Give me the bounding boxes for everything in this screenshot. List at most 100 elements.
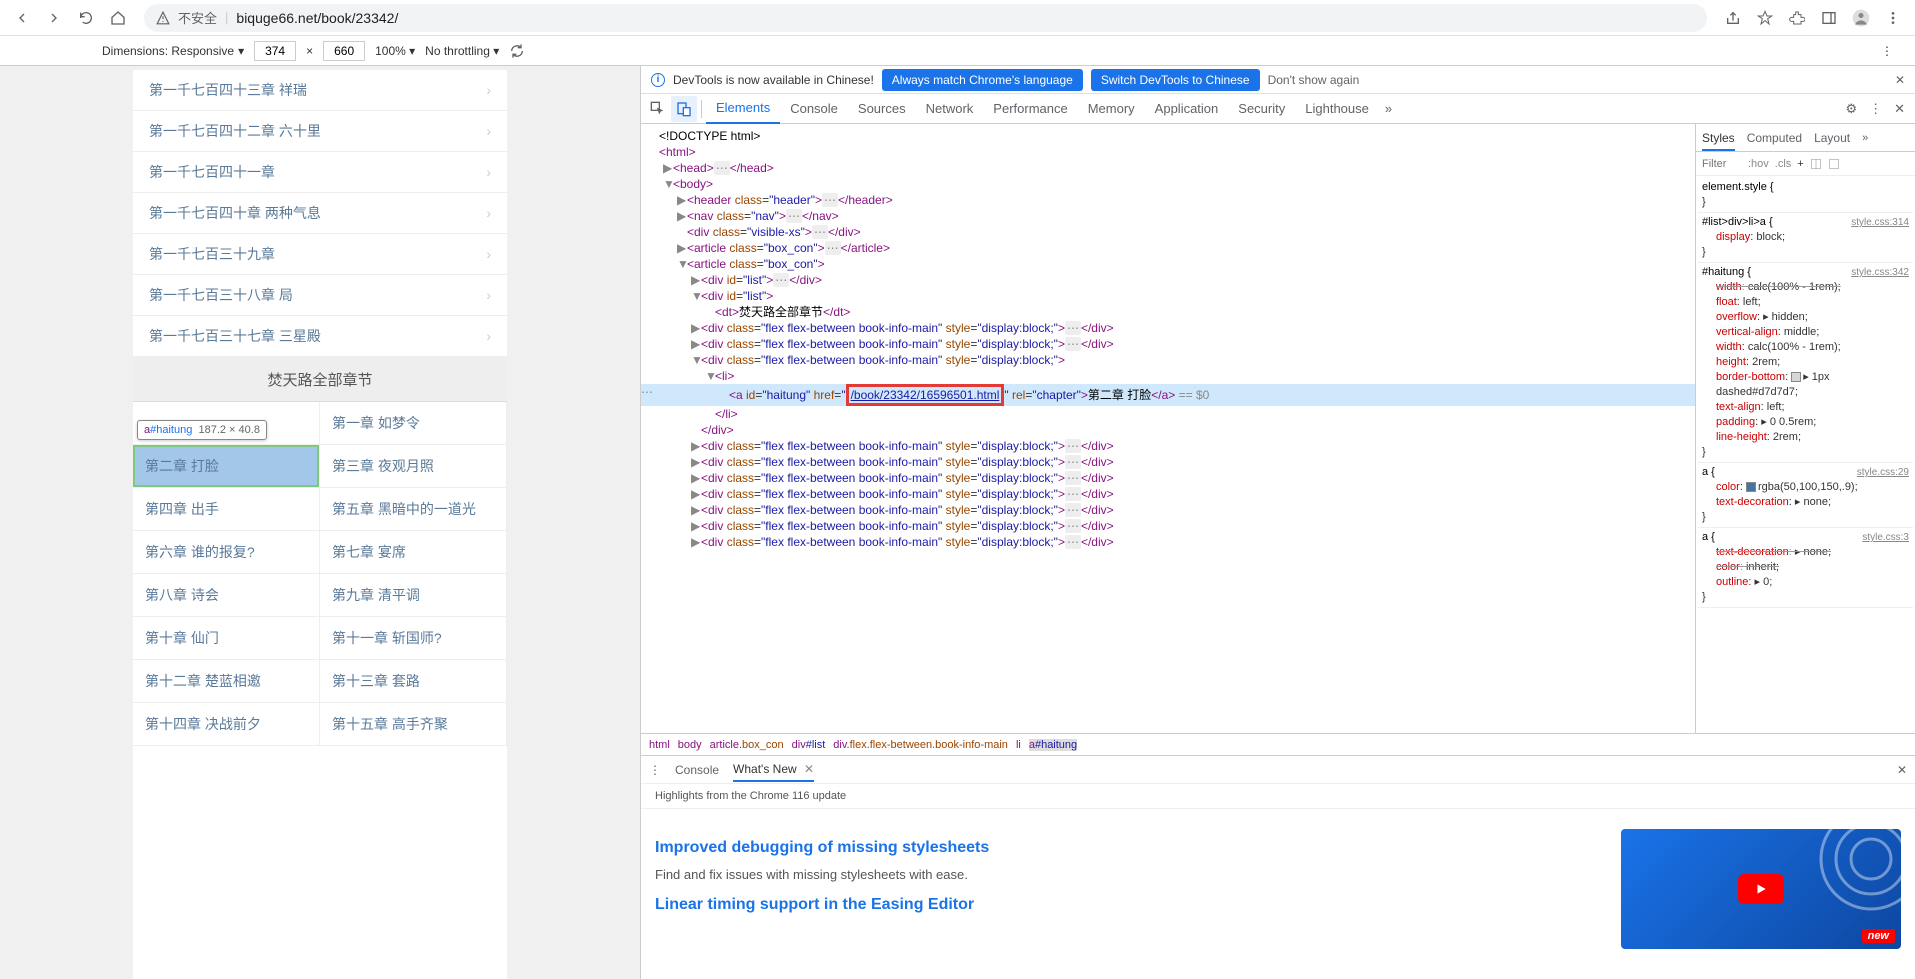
dom-line[interactable]: <dt>焚天路全部章节</dt> xyxy=(641,304,1695,320)
chapter-cell[interactable]: 第十三章 套路 xyxy=(320,660,507,703)
chapter-cell[interactable]: 第四章 出手 xyxy=(133,488,320,531)
chapter-item[interactable]: 第一千七百三十八章 局› xyxy=(133,275,507,316)
dom-line[interactable]: ▼<article class="box_con"> xyxy=(641,256,1695,272)
chapter-cell[interactable]: 第五章 黑暗中的一道光 xyxy=(320,488,507,531)
width-input[interactable] xyxy=(254,41,296,61)
dom-line[interactable]: </li> xyxy=(641,406,1695,422)
dimensions-select[interactable]: Dimensions: Responsive ▾ xyxy=(102,44,244,58)
rotate-icon[interactable] xyxy=(509,43,525,59)
zoom-select[interactable]: 100% ▾ xyxy=(375,44,415,58)
close-tab-icon[interactable]: ✕ xyxy=(804,762,814,776)
device-menu-icon[interactable]: ⋮ xyxy=(1881,44,1893,58)
chapter-cell[interactable]: 第八章 诗会 xyxy=(133,574,320,617)
throttling-select[interactable]: No throttling ▾ xyxy=(425,44,499,58)
style-rule[interactable]: element.style {} xyxy=(1698,178,1913,213)
dom-line[interactable]: ▶<head>⋯</head> xyxy=(641,160,1695,176)
close-info-icon[interactable]: ✕ xyxy=(1895,73,1905,87)
chapter-cell[interactable]: 第十四章 决战前夕 xyxy=(133,703,320,746)
dom-line[interactable]: ▼<div class="flex flex-between book-info… xyxy=(641,352,1695,368)
profile-icon[interactable] xyxy=(1847,4,1875,32)
forward-button[interactable] xyxy=(40,4,68,32)
breadcrumb-item[interactable]: body xyxy=(678,739,702,751)
home-button[interactable] xyxy=(104,4,132,32)
tab-network[interactable]: Network xyxy=(916,94,984,124)
settings-icon[interactable]: ⚙ xyxy=(1839,101,1863,117)
dom-line[interactable]: ▶<div class="flex flex-between book-info… xyxy=(641,502,1695,518)
chapter-item[interactable]: 第一千七百四十二章 六十里› xyxy=(133,111,507,152)
dont-show-button[interactable]: Don't show again xyxy=(1268,73,1360,87)
dom-line[interactable]: <!DOCTYPE html> xyxy=(641,128,1695,144)
switch-chinese-button[interactable]: Switch DevTools to Chinese xyxy=(1091,69,1260,91)
chapter-cell[interactable]: 第九章 清平调 xyxy=(320,574,507,617)
tab-sources[interactable]: Sources xyxy=(848,94,916,124)
style-rule[interactable]: a {style.css:3text-decoration: ▸ none;co… xyxy=(1698,528,1913,608)
extensions-icon[interactable] xyxy=(1783,4,1811,32)
chapter-item[interactable]: 第一千七百四十一章› xyxy=(133,152,507,193)
breadcrumb-item[interactable]: div.flex.flex-between.book-info-main xyxy=(833,739,1008,751)
dom-line[interactable]: ▶<div class="flex flex-between book-info… xyxy=(641,454,1695,470)
breadcrumb-item[interactable]: div#list xyxy=(792,739,826,751)
tab-lighthouse[interactable]: Lighthouse xyxy=(1295,94,1379,124)
new-rule-icon[interactable]: + xyxy=(1797,158,1803,170)
chapter-cell[interactable]: 第十五章 高手齐聚 xyxy=(320,703,507,746)
tab-console[interactable]: Console xyxy=(780,94,848,124)
breadcrumb-item[interactable]: a#haitung xyxy=(1029,739,1077,751)
tab-layout[interactable]: Layout xyxy=(1814,131,1850,145)
tab-application[interactable]: Application xyxy=(1145,94,1229,124)
tab-performance[interactable]: Performance xyxy=(983,94,1077,124)
close-devtools-icon[interactable]: ✕ xyxy=(1888,101,1911,117)
dom-line[interactable]: ▼<div id="list"> xyxy=(641,288,1695,304)
tab-styles[interactable]: Styles xyxy=(1702,131,1735,151)
dom-line[interactable]: ▶<div class="flex flex-between book-info… xyxy=(641,470,1695,486)
dom-line[interactable]: ▶<header class="header">⋯</header> xyxy=(641,192,1695,208)
bookmark-icon[interactable] xyxy=(1751,4,1779,32)
device-toggle-icon[interactable] xyxy=(671,96,697,122)
back-button[interactable] xyxy=(8,4,36,32)
dom-line[interactable]: ▶<div class="flex flex-between book-info… xyxy=(641,534,1695,550)
dom-line[interactable]: ▶<div id="list">⋯</div> xyxy=(641,272,1695,288)
dom-line[interactable]: ▶<article class="box_con">⋯</article> xyxy=(641,240,1695,256)
hov-toggle[interactable]: :hov xyxy=(1748,158,1769,170)
dom-line[interactable]: <html> xyxy=(641,144,1695,160)
sidepanel-icon[interactable] xyxy=(1815,4,1843,32)
url-bar[interactable]: 不安全 | biquge66.net/book/23342/ xyxy=(144,4,1707,32)
chapter-cell[interactable]: 第十一章 斩国师? xyxy=(320,617,507,660)
style-rule[interactable]: #list>div>li>a {style.css:314display: bl… xyxy=(1698,213,1913,263)
inspect-icon[interactable] xyxy=(645,96,671,122)
dom-line[interactable]: ▼<body> xyxy=(641,176,1695,192)
more-tabs-icon[interactable]: » xyxy=(1379,101,1398,116)
chapter-cell[interactable]: 第二章 打脸 xyxy=(133,445,320,488)
dom-line[interactable]: ▶<div class="flex flex-between book-info… xyxy=(641,518,1695,534)
breadcrumb-item[interactable]: article.box_con xyxy=(710,739,784,751)
dom-line[interactable]: ▶<div class="flex flex-between book-info… xyxy=(641,486,1695,502)
chapter-item[interactable]: 第一千七百四十三章 祥瑞› xyxy=(133,70,507,111)
filter-input[interactable] xyxy=(1702,158,1742,170)
tab-computed[interactable]: Computed xyxy=(1747,131,1802,145)
tab-memory[interactable]: Memory xyxy=(1078,94,1145,124)
computed-toggle-icon[interactable] xyxy=(1810,158,1822,170)
tab-security[interactable]: Security xyxy=(1228,94,1295,124)
chapter-cell[interactable]: 第十章 仙门 xyxy=(133,617,320,660)
dom-line[interactable]: ▶<nav class="nav">⋯</nav> xyxy=(641,208,1695,224)
style-rule[interactable]: a {style.css:29color: rgba(50,100,150,.9… xyxy=(1698,463,1913,528)
dom-line[interactable]: ▶<div class="flex flex-between book-info… xyxy=(641,438,1695,454)
tab-console[interactable]: Console xyxy=(675,763,719,777)
styles-rules[interactable]: element.style {}#list>div>li>a {style.cs… xyxy=(1696,176,1915,733)
breadcrumb[interactable]: htmlbodyarticle.box_condiv#listdiv.flex.… xyxy=(641,733,1915,755)
share-icon[interactable] xyxy=(1719,4,1747,32)
more-styles-tabs-icon[interactable]: » xyxy=(1862,132,1868,144)
chapter-cell[interactable]: 第七章 宴席 xyxy=(320,531,507,574)
breadcrumb-item[interactable]: li xyxy=(1016,739,1021,751)
dom-line[interactable]: ▼<li> xyxy=(641,368,1695,384)
chapter-item[interactable]: 第一千七百四十章 两种气息› xyxy=(133,193,507,234)
match-language-button[interactable]: Always match Chrome's language xyxy=(882,69,1083,91)
reload-button[interactable] xyxy=(72,4,100,32)
dom-line[interactable]: ▶<div class="flex flex-between book-info… xyxy=(641,320,1695,336)
dom-line[interactable]: ⋯<a id="haitung" href="/book/23342/16596… xyxy=(641,384,1695,406)
style-rule[interactable]: #haitung {style.css:342width: calc(100% … xyxy=(1698,263,1913,463)
devtools-menu-icon[interactable]: ⋮ xyxy=(1863,101,1888,117)
video-thumbnail[interactable]: new xyxy=(1621,829,1901,949)
cls-toggle[interactable]: .cls xyxy=(1775,158,1792,170)
chapter-cell[interactable]: 第一章 如梦令 xyxy=(320,402,507,445)
close-drawer-icon[interactable]: ✕ xyxy=(1897,763,1907,777)
